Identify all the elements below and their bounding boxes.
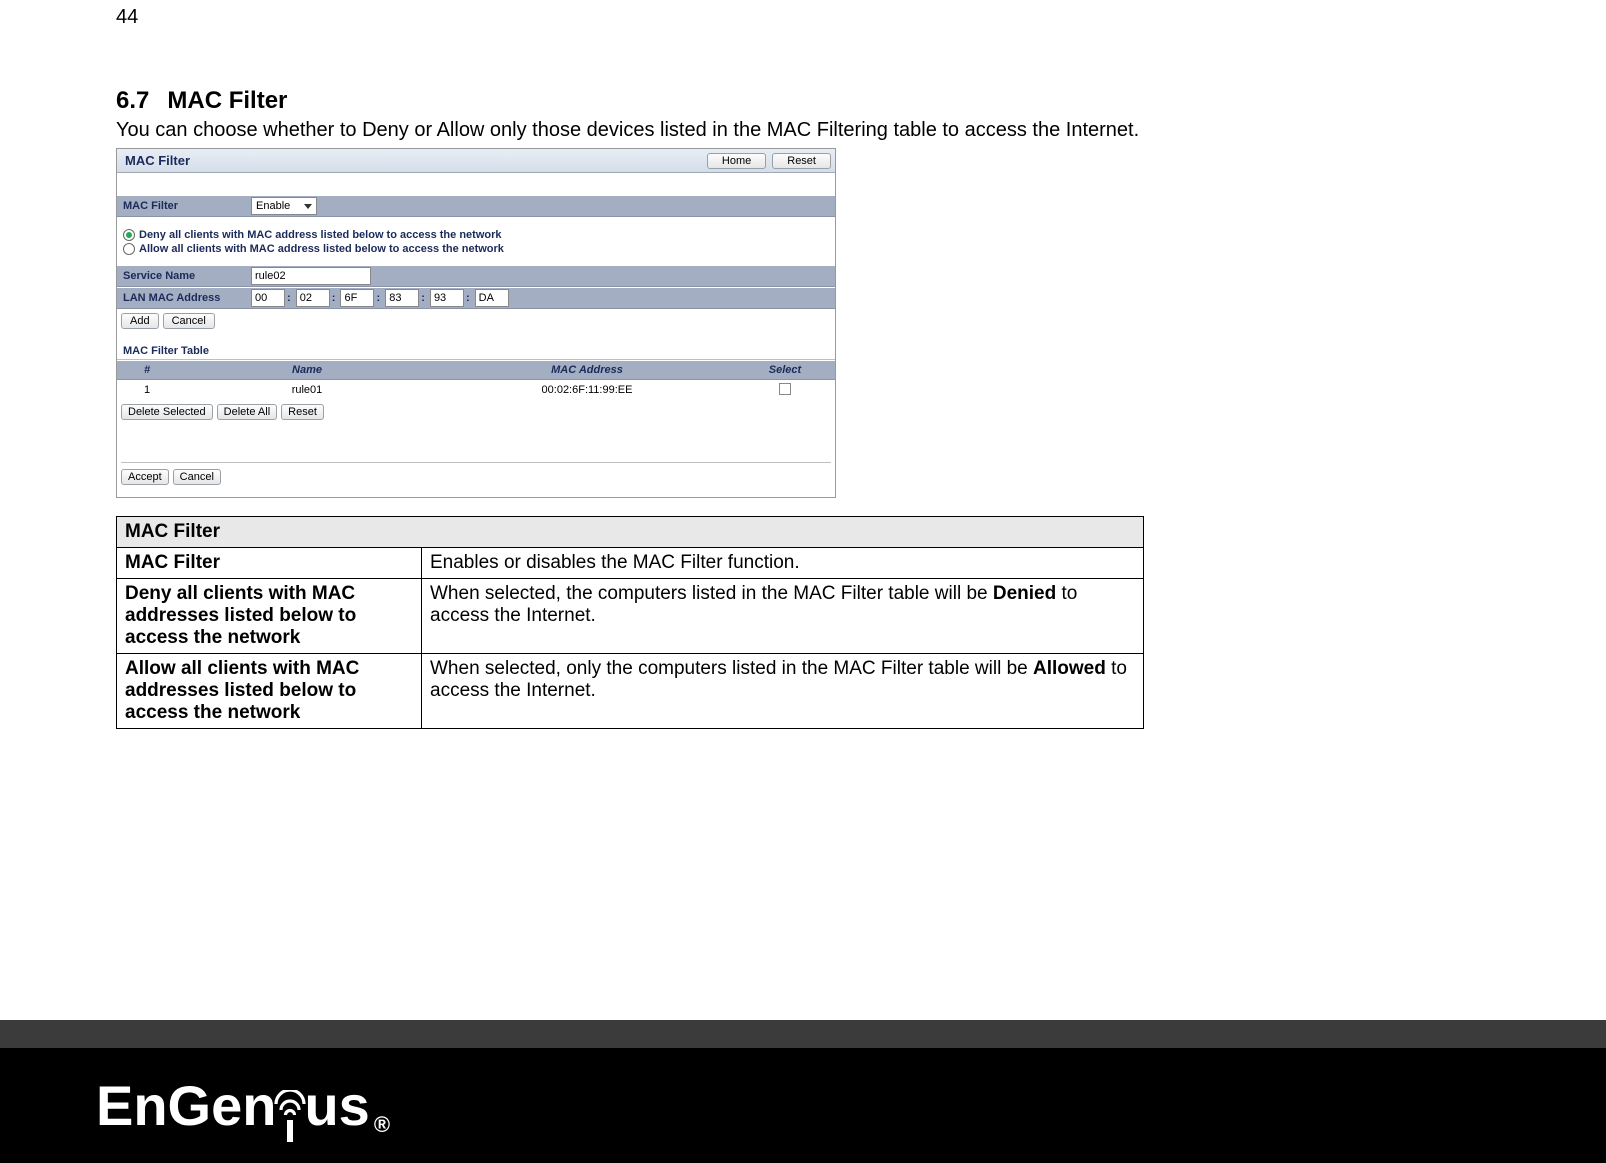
desc-r3-bold: Allowed xyxy=(1033,658,1106,679)
col-mac: MAC Address xyxy=(437,364,737,376)
cancel2-button[interactable]: Cancel xyxy=(173,469,221,485)
radio-deny-label: Deny all clients with MAC address listed… xyxy=(139,229,502,241)
engenius-logo: EnGen us® xyxy=(96,1073,390,1138)
mac-filter-table-heading: MAC Filter Table xyxy=(117,341,835,359)
macfilter-select[interactable]: Enable xyxy=(251,197,317,215)
cell-mac: 00:02:6F:11:99:EE xyxy=(437,384,737,396)
add-button[interactable]: Add xyxy=(121,313,159,329)
col-name: Name xyxy=(177,364,437,376)
desc-r2-bold: Denied xyxy=(993,583,1056,604)
desc-r2-desc: When selected, the computers listed in t… xyxy=(422,579,1144,654)
section-intro: You can choose whether to Deny or Allow … xyxy=(116,119,1146,142)
desc-r1-desc: Enables or disables the MAC Filter funct… xyxy=(422,548,1144,579)
service-name-input[interactable] xyxy=(251,267,371,285)
section-title: MAC Filter xyxy=(167,87,287,114)
logo-text-b: us xyxy=(304,1073,369,1138)
mac-input-0[interactable] xyxy=(251,289,285,307)
delete-all-button[interactable]: Delete All xyxy=(217,404,277,420)
wifi-icon xyxy=(270,1102,310,1142)
radio-allow-label: Allow all clients with MAC address liste… xyxy=(139,243,504,255)
col-select: Select xyxy=(737,364,833,376)
table-row: 1 rule01 00:02:6F:11:99:EE xyxy=(117,380,835,400)
desc-r3-a: When selected, only the computers listed… xyxy=(430,658,1033,679)
registered-icon: ® xyxy=(374,1112,390,1138)
col-num: # xyxy=(117,364,177,376)
home-button[interactable]: Home xyxy=(707,153,766,169)
mac-input-2[interactable] xyxy=(340,289,374,307)
radio-deny[interactable] xyxy=(123,229,135,241)
desc-r3-term: Allow all clients with MAC addresses lis… xyxy=(117,654,422,729)
desc-header: MAC Filter xyxy=(117,517,1144,548)
mac-input-3[interactable] xyxy=(385,289,419,307)
delete-selected-button[interactable]: Delete Selected xyxy=(121,404,213,420)
lan-mac-label: LAN MAC Address xyxy=(117,292,247,304)
cell-name: rule01 xyxy=(177,384,437,396)
mac-input-1[interactable] xyxy=(296,289,330,307)
page-number: 44 xyxy=(116,6,1146,29)
reset-button[interactable]: Reset xyxy=(772,153,831,169)
cancel-button[interactable]: Cancel xyxy=(163,313,215,329)
macfilter-label: MAC Filter xyxy=(117,200,247,212)
section-number: 6.7 xyxy=(116,87,149,114)
desc-r2-term: Deny all clients with MAC addresses list… xyxy=(117,579,422,654)
desc-r3-desc: When selected, only the computers listed… xyxy=(422,654,1144,729)
macfilter-select-value: Enable xyxy=(256,200,290,212)
radio-allow[interactable] xyxy=(123,243,135,255)
desc-r2-a: When selected, the computers listed in t… xyxy=(430,583,993,604)
logo-text-a: EnGen xyxy=(96,1073,276,1138)
service-name-label: Service Name xyxy=(117,270,247,282)
panel-title: MAC Filter xyxy=(121,153,190,168)
mac-input-5[interactable] xyxy=(475,289,509,307)
footer: EnGen us® xyxy=(0,1020,1606,1163)
section-heading: 6.7 MAC Filter xyxy=(116,87,1146,115)
description-table: MAC Filter MAC Filter Enables or disable… xyxy=(116,516,1144,729)
chevron-down-icon xyxy=(304,204,312,209)
desc-r1-term: MAC Filter xyxy=(117,548,422,579)
cell-num: 1 xyxy=(117,384,177,396)
accept-button[interactable]: Accept xyxy=(121,469,169,485)
router-screenshot: MAC Filter Home Reset MAC Filter Enable xyxy=(116,148,836,498)
reset-table-button[interactable]: Reset xyxy=(281,404,324,420)
row-select-checkbox[interactable] xyxy=(779,383,791,395)
mac-input-4[interactable] xyxy=(430,289,464,307)
